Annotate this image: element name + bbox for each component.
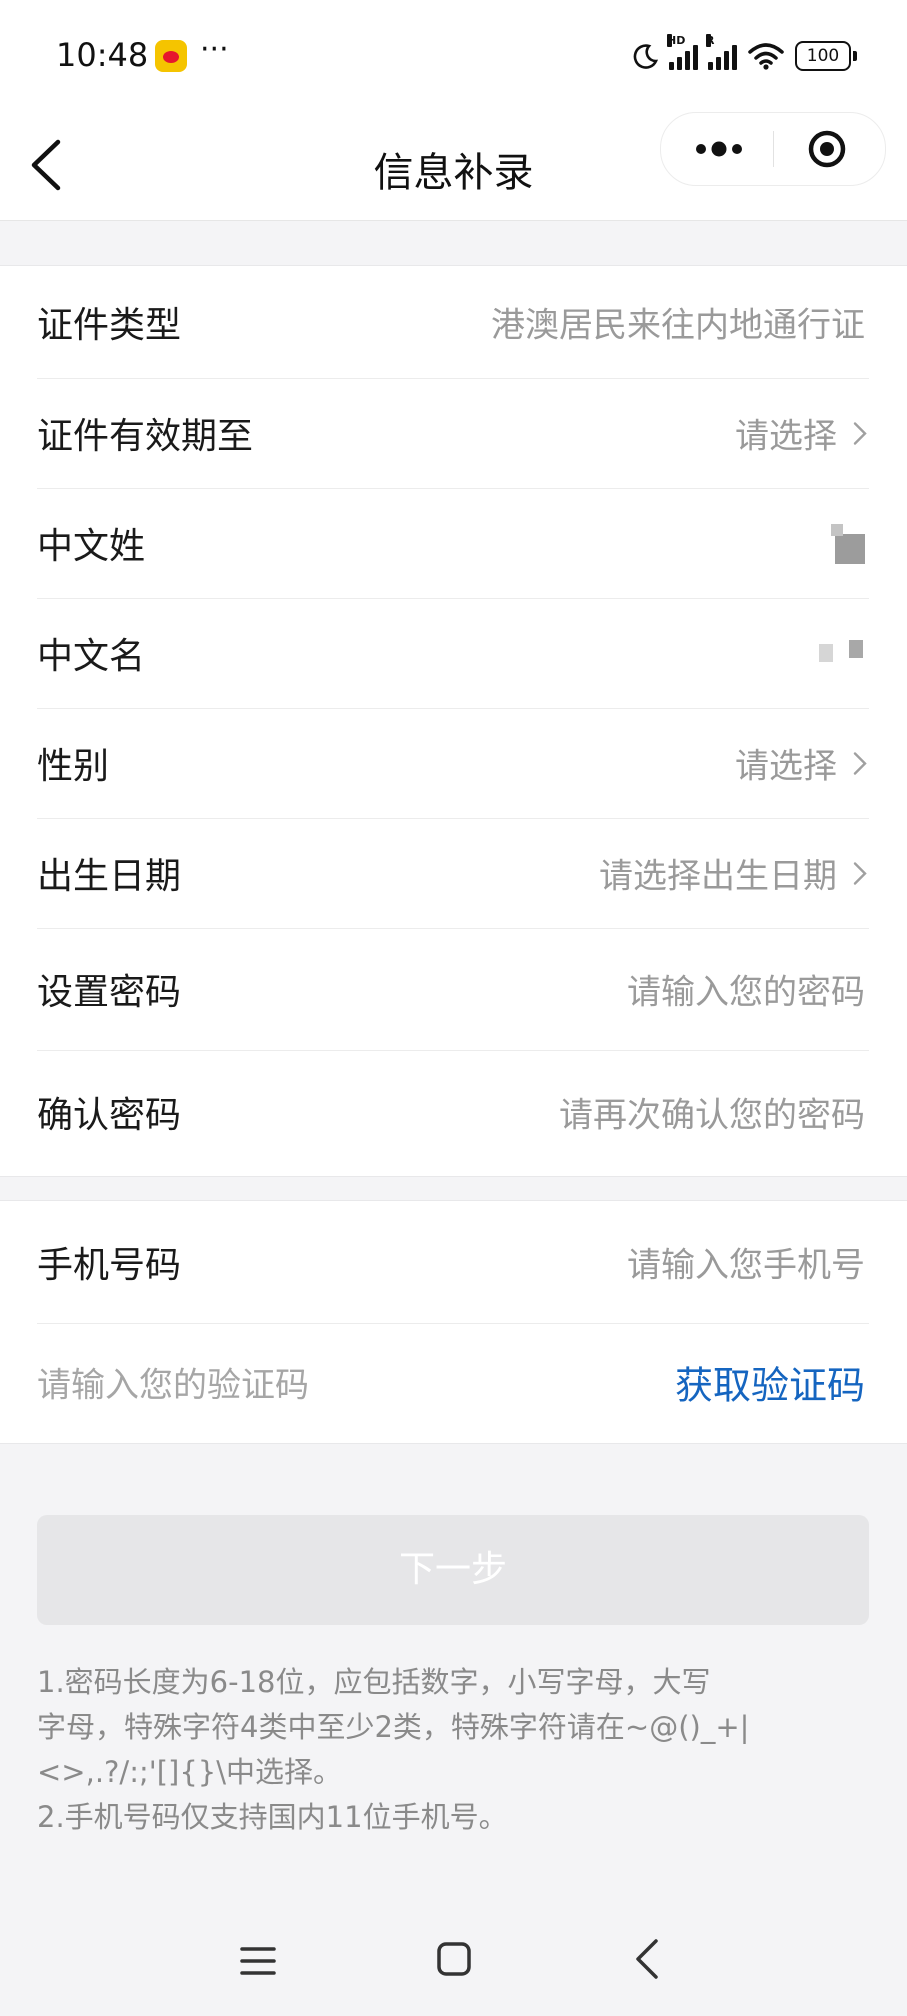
phone-form: 手机号码 请输入您手机号 请输入您的验证码 获取验证码 bbox=[0, 1200, 907, 1444]
get-code-button[interactable]: 获取验证码 bbox=[675, 1355, 865, 1410]
phone-placeholder: 请输入您手机号 bbox=[627, 1245, 865, 1286]
note-line: 字母，特殊字符4类中至少2类，特殊字符请在~@()_+| bbox=[37, 1710, 750, 1744]
redacted-surname-mark bbox=[831, 524, 843, 536]
wifi-icon bbox=[748, 43, 784, 70]
status-indicators: HD R 100 bbox=[631, 34, 857, 76]
row-set-password[interactable]: 设置密码 请输入您的密码 bbox=[37, 928, 869, 1051]
miniprogram-capsule bbox=[660, 112, 886, 186]
signal-r-tag: R bbox=[706, 34, 715, 47]
home-icon[interactable] bbox=[434, 1939, 474, 1979]
row-value-text: 请选择 bbox=[735, 416, 837, 457]
row-label: 性别 bbox=[37, 746, 110, 787]
row-value-text: 请输入您的密码 bbox=[627, 972, 865, 1013]
redacted-surname bbox=[835, 534, 865, 564]
row-id-expiry[interactable]: 证件有效期至 请选择 bbox=[37, 378, 869, 489]
row-surname[interactable]: 中文姓 bbox=[37, 488, 869, 599]
phone-input[interactable]: 请输入您手机号 bbox=[627, 1238, 865, 1287]
chevron-right-icon bbox=[853, 861, 867, 885]
row-birth-date[interactable]: 出生日期 请选择出生日期 bbox=[37, 818, 869, 929]
identity-form: 证件类型 港澳居民来往内地通行证 证件有效期至 请选择 中文姓 中文名 性别 请… bbox=[0, 265, 907, 1177]
row-label: 证件有效期至 bbox=[37, 416, 254, 457]
row-value-text: 请再次确认您的密码 bbox=[559, 1095, 865, 1136]
signal-r-icon: R bbox=[706, 34, 737, 70]
note-line: 2.手机号码仅支持国内11位手机号。 bbox=[37, 1800, 508, 1834]
id-expiry-selector[interactable]: 请选择 bbox=[735, 409, 869, 458]
row-label: 出生日期 bbox=[37, 856, 182, 897]
gender-selector[interactable]: 请选择 bbox=[735, 739, 869, 788]
row-given-name[interactable]: 中文名 bbox=[37, 598, 869, 709]
row-verification-code: 请输入您的验证码 获取验证码 bbox=[37, 1323, 869, 1441]
row-value-text: 请选择 bbox=[735, 746, 837, 787]
password-rules-note: 1.密码长度为6-18位，应包括数字，小写字母，大写 字母，特殊字符4类中至少2… bbox=[37, 1660, 877, 1840]
chevron-right-icon bbox=[853, 421, 867, 445]
verification-code-input[interactable]: 请输入您的验证码 bbox=[37, 1358, 309, 1407]
row-label: 证件类型 bbox=[37, 305, 182, 346]
signal-hd-icon: HD bbox=[667, 34, 698, 70]
password-input[interactable]: 请输入您的密码 bbox=[627, 965, 865, 1014]
next-button[interactable]: 下一步 bbox=[37, 1515, 869, 1625]
moon-icon bbox=[633, 44, 659, 69]
row-value-text: 港澳居民来往内地通行证 bbox=[491, 305, 865, 346]
note-line: 1.密码长度为6-18位，应包括数字，小写字母，大写 bbox=[37, 1665, 711, 1699]
status-time: 10:48 bbox=[56, 36, 149, 74]
status-more-icon: ··· bbox=[200, 32, 229, 67]
close-target-icon[interactable] bbox=[807, 129, 847, 169]
id-type-value: 港澳居民来往内地通行证 bbox=[491, 298, 865, 347]
capsule-divider bbox=[773, 131, 774, 167]
row-id-type[interactable]: 证件类型 港澳居民来往内地通行证 bbox=[37, 266, 869, 379]
row-value-text: 请选择出生日期 bbox=[599, 856, 837, 897]
menu-icon[interactable] bbox=[238, 1941, 278, 1981]
row-phone[interactable]: 手机号码 请输入您手机号 bbox=[37, 1201, 869, 1324]
system-back-icon[interactable] bbox=[628, 1935, 668, 1983]
more-icon[interactable] bbox=[693, 135, 745, 163]
row-label: 确认密码 bbox=[37, 1095, 182, 1136]
redacted-given-name bbox=[849, 640, 863, 658]
system-nav-bar bbox=[0, 1905, 907, 2016]
signal-hd-tag: HD bbox=[667, 34, 686, 47]
status-bar: 10:48 ··· HD R 100 bbox=[0, 0, 907, 110]
row-label: 中文名 bbox=[37, 636, 146, 677]
birth-date-selector[interactable]: 请选择出生日期 bbox=[599, 849, 869, 898]
phone-label: 手机号码 bbox=[37, 1245, 182, 1286]
note-line: <>,.?/:;'[]{}\中选择。 bbox=[37, 1755, 343, 1789]
chevron-right-icon bbox=[853, 751, 867, 775]
redacted-given-name-mark bbox=[819, 644, 833, 662]
row-label: 中文姓 bbox=[37, 526, 146, 567]
battery-icon: 100 bbox=[795, 41, 857, 71]
row-confirm-password[interactable]: 确认密码 请再次确认您的密码 bbox=[37, 1050, 869, 1174]
row-gender[interactable]: 性别 请选择 bbox=[37, 708, 869, 819]
confirm-password-input[interactable]: 请再次确认您的密码 bbox=[559, 1088, 865, 1137]
weibo-notification-icon bbox=[155, 40, 187, 72]
nav-bar: 信息补录 bbox=[0, 110, 907, 221]
row-label: 设置密码 bbox=[37, 972, 182, 1013]
